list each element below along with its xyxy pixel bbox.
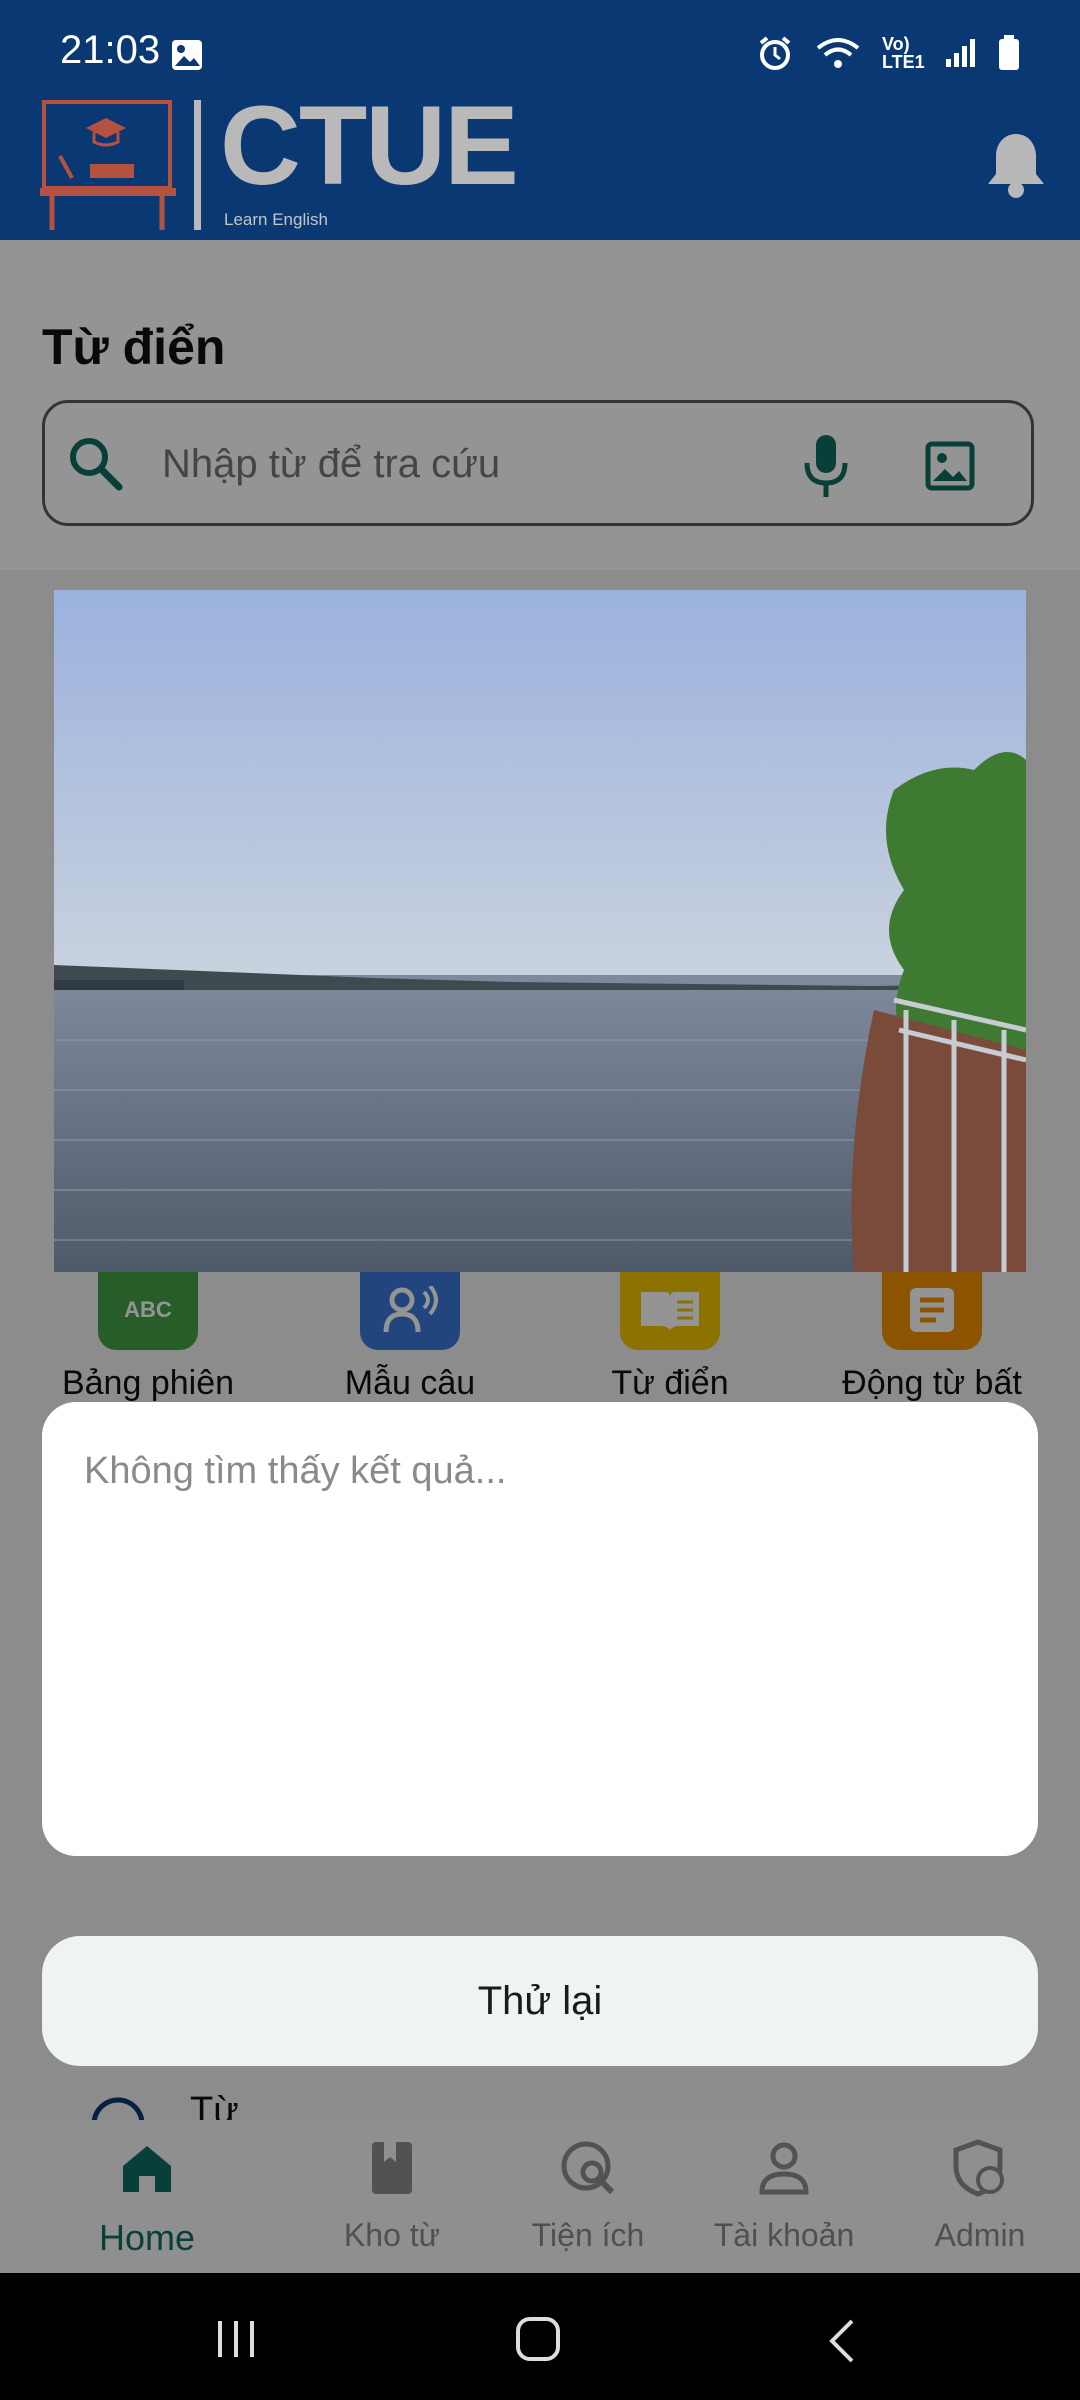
person-icon <box>759 2142 809 2195</box>
nav-label: Admin <box>934 2217 1026 2253</box>
system-navigation-bar <box>0 2273 1080 2400</box>
logo-subtitle: Learn English <box>224 210 328 229</box>
home-button-icon[interactable] <box>514 2315 562 2363</box>
no-result-text: Không tìm thấy kết quả... <box>84 1450 507 1492</box>
retry-button[interactable]: Thử lại <box>42 1936 1038 2066</box>
bookmark-book-icon <box>372 2142 412 2194</box>
nav-label: Kho từ <box>343 2217 441 2253</box>
logo-text: CTUE <box>220 83 519 208</box>
back-icon[interactable] <box>824 2317 860 2365</box>
bell-icon[interactable] <box>984 130 1048 200</box>
home-icon <box>123 2146 171 2192</box>
search-photo <box>54 590 1026 1272</box>
battery-icon <box>999 35 1019 70</box>
nav-label: Tiện ích <box>531 2217 645 2253</box>
logo-divider <box>194 100 201 230</box>
network-label: Vo) LTE1 <box>882 34 925 72</box>
signal-icon <box>946 39 975 67</box>
result-dialog: Không tìm thấy kết quả... <box>42 1402 1038 1856</box>
status-time: 21:03 <box>60 28 161 72</box>
wifi-icon <box>816 38 860 68</box>
nav-kho-tu[interactable]: Kho từ <box>294 2138 490 2254</box>
gallery-notification-icon <box>172 40 202 70</box>
admin-shield-icon <box>953 2139 1004 2197</box>
nav-label: Tài khoản <box>713 2217 855 2253</box>
nav-home[interactable]: Home <box>49 2138 245 2259</box>
nav-admin[interactable]: Admin <box>882 2138 1078 2254</box>
logo-desk-icon <box>40 100 176 230</box>
status-icons: Vo) LTE1 <box>756 34 1020 72</box>
nav-tien-ich[interactable]: Tiện ích <box>490 2138 686 2254</box>
globe-search-icon <box>561 2141 615 2195</box>
nav-tai-khoan[interactable]: Tài khoản <box>686 2138 882 2254</box>
nav-label: Home <box>98 2217 196 2258</box>
alarm-icon <box>759 36 791 70</box>
recent-apps-icon[interactable] <box>214 2317 258 2361</box>
